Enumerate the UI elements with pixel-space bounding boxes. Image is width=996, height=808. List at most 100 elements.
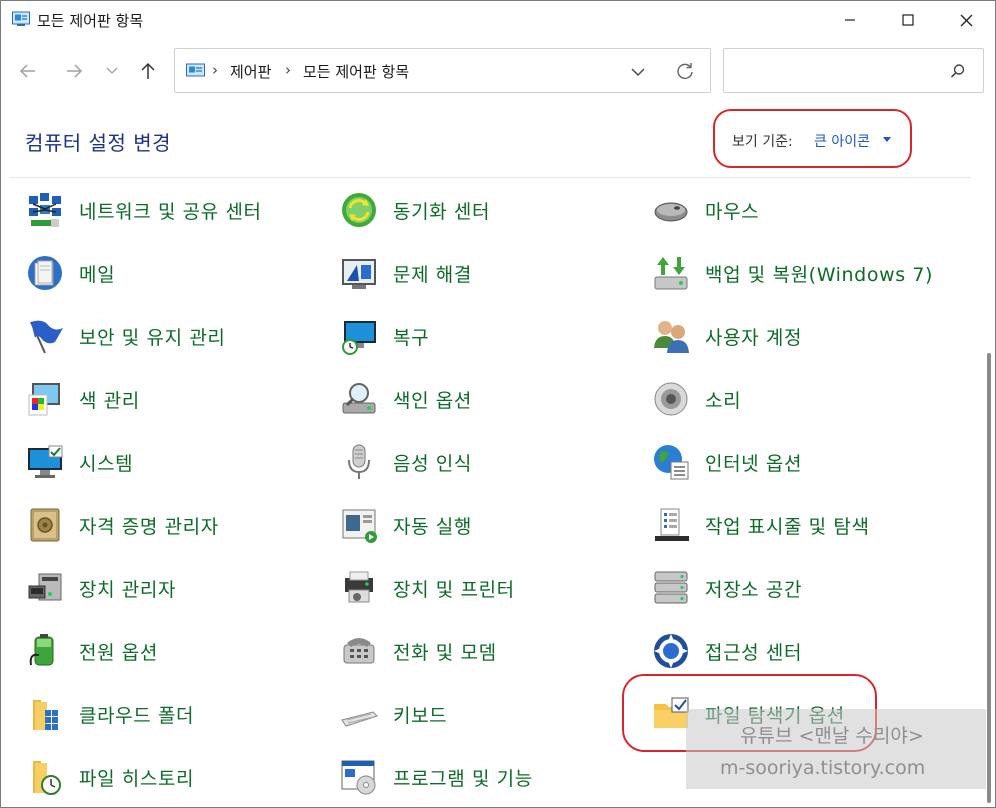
item-security-maintenance[interactable]: 보안 및 유지 관리 xyxy=(23,308,225,364)
item-backup-restore[interactable]: 백업 및 복원(Windows 7) xyxy=(649,245,933,301)
close-icon xyxy=(960,14,972,26)
arrow-left-icon xyxy=(19,64,35,78)
view-by-label: 보기 기준: xyxy=(732,134,793,150)
item-label: 전화 및 모뎀 xyxy=(393,641,497,664)
control-panel-window: 모든 제어판 항목 › 제어판 › 모든 제어판 항목 컴퓨터 설정 변경 보기… xyxy=(0,0,996,808)
cloud-folder-icon xyxy=(23,692,67,736)
search-input[interactable] xyxy=(732,57,932,85)
item-label: 전원 옵션 xyxy=(79,641,158,664)
indexing-icon xyxy=(337,377,381,421)
item-taskbar-navigation[interactable]: 작업 표시줄 및 탐색 xyxy=(649,497,870,553)
item-network-sharing-center[interactable]: 네트워크 및 공유 센터 xyxy=(23,182,262,238)
view-by-dropdown[interactable]: 큰 아이콘 xyxy=(814,131,870,151)
backup-restore-icon xyxy=(649,251,693,295)
item-speech-recognition[interactable]: 음성 인식 xyxy=(337,434,472,490)
item-label: 메일 xyxy=(79,263,116,286)
item-user-accounts[interactable]: 사용자 계정 xyxy=(649,308,802,364)
item-label: 백업 및 복원(Windows 7) xyxy=(705,263,934,286)
item-ease-of-access[interactable]: 접근성 센터 xyxy=(649,623,802,679)
address-bar[interactable]: › 제어판 › 모든 제어판 항목 xyxy=(174,48,711,93)
item-device-manager[interactable]: 장치 관리자 xyxy=(23,560,176,616)
ease-of-access-icon xyxy=(649,629,693,673)
item-label: 보안 및 유지 관리 xyxy=(79,326,226,349)
minimize-button[interactable] xyxy=(827,1,873,39)
keyboard-icon xyxy=(337,692,381,736)
item-autoplay[interactable]: 자동 실행 xyxy=(337,497,472,553)
breadcrumb-all-items[interactable]: 모든 제어판 항목 xyxy=(303,61,409,82)
item-label: 인터넷 옵션 xyxy=(705,452,803,475)
refresh-icon[interactable] xyxy=(675,61,695,81)
item-label: 사용자 계정 xyxy=(705,326,803,349)
item-credential-manager[interactable]: 자격 증명 관리자 xyxy=(23,497,219,553)
search-box[interactable] xyxy=(723,48,984,93)
item-phone-modem[interactable]: 전화 및 모뎀 xyxy=(337,623,497,679)
up-button[interactable] xyxy=(136,59,160,83)
network-sharing-icon xyxy=(23,188,67,232)
item-file-history[interactable]: 파일 히스토리 xyxy=(23,749,194,805)
file-history-icon xyxy=(23,755,67,799)
window-title: 모든 제어판 항목 xyxy=(37,12,144,30)
item-troubleshooting[interactable]: 문제 해결 xyxy=(337,245,472,301)
item-recovery[interactable]: 복구 xyxy=(337,308,429,364)
recent-locations-button[interactable] xyxy=(100,59,124,83)
item-label: 복구 xyxy=(393,326,430,349)
item-color-management[interactable]: 색 관리 xyxy=(23,371,140,427)
mouse-icon xyxy=(649,188,693,232)
arrow-up-icon xyxy=(141,62,155,79)
item-devices-printers[interactable]: 장치 및 프린터 xyxy=(337,560,515,616)
control-panel-icon xyxy=(12,11,30,26)
item-cloud-folders[interactable]: 클라우드 폴더 xyxy=(23,686,194,742)
item-label: 네트워크 및 공유 센터 xyxy=(79,200,262,223)
breadcrumb-separator-icon: › xyxy=(212,61,218,79)
divider xyxy=(9,177,971,178)
item-label: 시스템 xyxy=(79,452,134,475)
item-label: 접근성 센터 xyxy=(705,641,803,664)
title-bar: 모든 제어판 항목 xyxy=(1,1,995,39)
item-power-options[interactable]: 전원 옵션 xyxy=(23,623,158,679)
item-label: 소리 xyxy=(705,389,742,412)
system-monitor-icon xyxy=(23,440,67,484)
forward-button[interactable] xyxy=(62,59,86,83)
recovery-icon xyxy=(337,314,381,358)
watermark-line2: m-sooriya.tistory.com xyxy=(720,757,926,779)
item-system[interactable]: 시스템 xyxy=(23,434,133,490)
item-label: 작업 표시줄 및 탐색 xyxy=(705,515,870,538)
item-keyboard[interactable]: 키보드 xyxy=(337,686,447,742)
close-button[interactable] xyxy=(943,1,989,39)
item-label: 색인 옵션 xyxy=(393,389,472,412)
page-title: 컴퓨터 설정 변경 xyxy=(25,131,172,155)
item-label: 프로그램 및 기능 xyxy=(393,767,533,790)
item-programs-features[interactable]: 프로그램 및 기능 xyxy=(337,749,533,805)
item-label: 저장소 공간 xyxy=(705,578,803,601)
maximize-button[interactable] xyxy=(885,1,931,39)
mail-icon xyxy=(23,251,67,295)
search-icon[interactable] xyxy=(950,63,966,79)
phone-modem-icon xyxy=(337,629,381,673)
item-sync-center[interactable]: 동기화 센터 xyxy=(337,182,490,238)
item-mouse[interactable]: 마우스 xyxy=(649,182,759,238)
item-label: 클라우드 폴더 xyxy=(79,704,195,727)
view-by-highlight: 보기 기준: 큰 아이콘 xyxy=(713,109,912,168)
speaker-icon xyxy=(649,377,693,421)
chevron-down-icon xyxy=(106,67,118,74)
troubleshoot-icon xyxy=(337,251,381,295)
item-mail[interactable]: 메일 xyxy=(23,245,115,301)
autoplay-icon xyxy=(337,503,381,547)
back-button[interactable] xyxy=(16,59,40,83)
sync-center-icon xyxy=(337,188,381,232)
arrow-right-icon xyxy=(67,64,83,78)
item-indexing-options[interactable]: 색인 옵션 xyxy=(337,371,472,427)
item-internet-options[interactable]: 인터넷 옵션 xyxy=(649,434,802,490)
breadcrumb-control-panel[interactable]: 제어판 xyxy=(230,61,271,82)
item-storage-spaces[interactable]: 저장소 공간 xyxy=(649,560,802,616)
item-label: 장치 및 프린터 xyxy=(393,578,515,601)
item-sound[interactable]: 소리 xyxy=(649,371,741,427)
scrollbar-thumb[interactable] xyxy=(987,353,991,803)
watermark-line1: 유튜브 <맨날 수리야> xyxy=(740,725,924,747)
dropdown-arrow-icon[interactable] xyxy=(883,137,891,142)
item-label: 동기화 센터 xyxy=(393,200,491,223)
item-label: 색 관리 xyxy=(79,389,140,412)
security-flag-icon xyxy=(23,314,67,358)
internet-options-icon xyxy=(649,440,693,484)
chevron-down-icon[interactable] xyxy=(629,63,647,81)
